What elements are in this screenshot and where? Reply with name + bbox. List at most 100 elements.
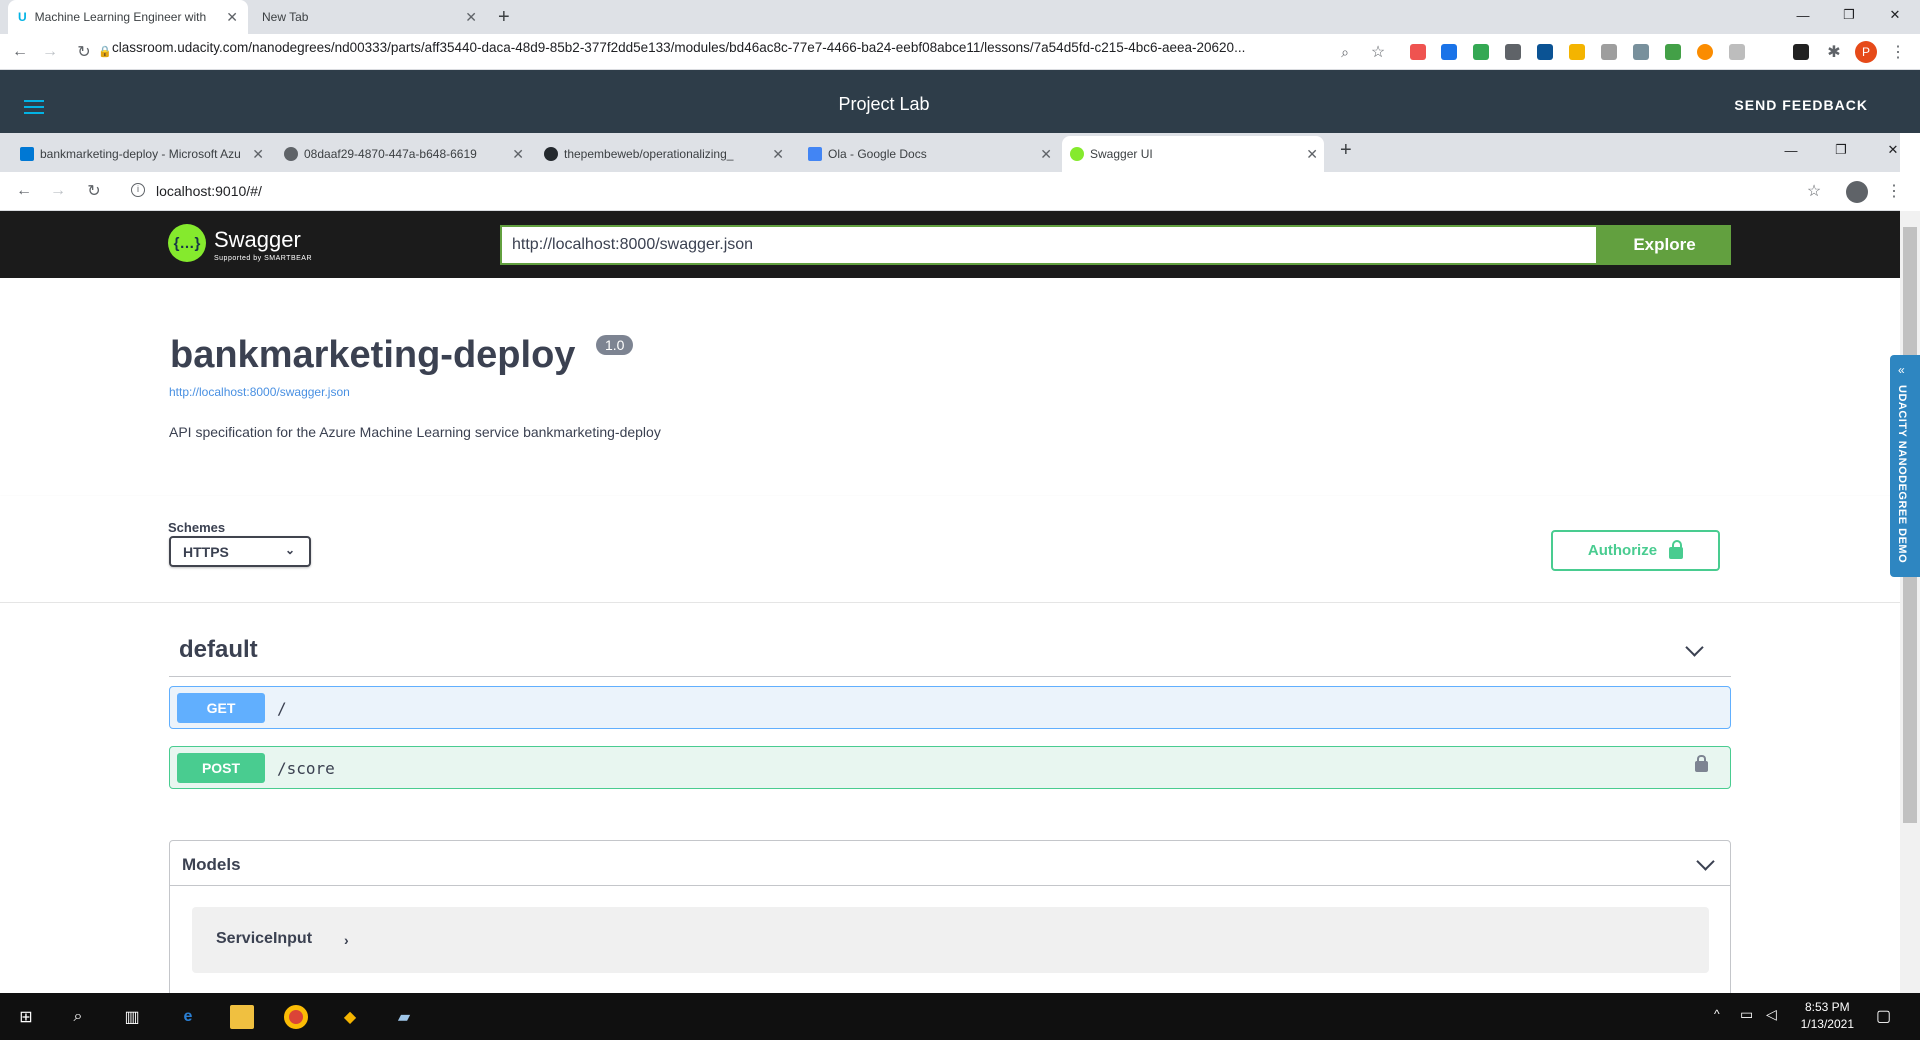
demo-side-tab[interactable]: « UDACITY NANODEGREE DEMO (1890, 355, 1920, 577)
inner-tab-docs[interactable]: Ola - Google Docs ✕ (800, 136, 1058, 172)
udacity-favicon: U (18, 10, 27, 24)
extension-icon[interactable] (1665, 44, 1681, 60)
models-title: Models (182, 855, 241, 874)
lock-icon[interactable] (1695, 755, 1708, 772)
extension-icon[interactable] (1601, 44, 1617, 60)
info-icon[interactable]: i (131, 183, 145, 197)
restore-icon[interactable]: ❐ (1818, 135, 1864, 165)
spec-url-input[interactable] (500, 225, 1598, 265)
extension-icon[interactable] (1537, 44, 1553, 60)
network-icon[interactable]: ▭ (1740, 1006, 1753, 1023)
model-item[interactable]: ServiceInput › (192, 907, 1709, 973)
pocket-icon[interactable] (1410, 44, 1426, 60)
profile-avatar[interactable]: P (1855, 41, 1877, 63)
volume-icon[interactable]: ◁ (1766, 1006, 1777, 1023)
inner-tab-title: Ola - Google Docs (828, 147, 927, 161)
chevron-down-icon[interactable] (1696, 852, 1715, 871)
schemes-selected-value: HTTPS (183, 544, 229, 560)
extension-icon[interactable] (1729, 44, 1745, 60)
minimize-icon[interactable]: — (1768, 135, 1814, 165)
app-icon[interactable]: ▰ (392, 1005, 416, 1029)
page-title: Project Lab (838, 94, 930, 114)
bookmark-star-icon[interactable]: ☆ (1366, 40, 1390, 64)
operation-post-score[interactable]: POST /score (169, 746, 1731, 789)
spec-link[interactable]: http://localhost:8000/swagger.json (169, 385, 350, 399)
outer-tab-udacity[interactable]: U Machine Learning Engineer with ✕ (8, 0, 248, 34)
swagger-logo-text: Swagger (214, 227, 301, 252)
inner-tab-title: Swagger UI (1090, 147, 1153, 161)
bookmark-star-icon[interactable]: ☆ (1802, 179, 1826, 203)
inner-tab-azure[interactable]: bankmarketing-deploy - Microsoft Azure ✕ (12, 136, 270, 172)
close-window-icon[interactable]: ✕ (1870, 135, 1916, 165)
model-name: ServiceInput (216, 930, 313, 947)
tag-header-default[interactable]: default (169, 623, 1731, 677)
close-tab-icon[interactable]: ✕ (1306, 146, 1318, 163)
schemes-select[interactable]: HTTPS ⌄ (169, 536, 311, 567)
authorize-button[interactable]: Authorize (1551, 530, 1720, 571)
notion-icon[interactable] (1793, 44, 1809, 60)
restore-icon[interactable]: ❐ (1826, 0, 1872, 30)
close-tab-icon[interactable]: ✕ (465, 9, 477, 26)
clock[interactable]: 8:53 PM 1/13/2021 (1801, 999, 1854, 1033)
inner-tab-swagger[interactable]: Swagger UI ✕ (1062, 136, 1324, 172)
extension-icon[interactable] (1569, 44, 1585, 60)
close-tab-icon[interactable]: ✕ (252, 146, 264, 163)
extension-icon[interactable] (1473, 44, 1489, 60)
outer-address-bar[interactable]: classroom.udacity.com/nanodegrees/nd0033… (112, 40, 1322, 55)
outer-tab-strip: U Machine Learning Engineer with ✕ New T… (0, 0, 1920, 34)
method-badge: GET (177, 693, 265, 723)
close-tab-icon[interactable]: ✕ (772, 146, 784, 163)
tray-chevron-up-icon[interactable]: ^ (1714, 1007, 1720, 1021)
send-feedback-link[interactable]: SEND FEEDBACK (1734, 97, 1868, 113)
outer-tab-new[interactable]: New Tab ✕ (252, 0, 487, 34)
chrome-icon[interactable] (284, 1005, 308, 1029)
close-tab-icon[interactable]: ✕ (1040, 146, 1052, 163)
tag-name: default (179, 636, 258, 663)
inner-address-bar[interactable]: localhost:9010/#/ (156, 183, 262, 199)
reload-icon[interactable]: ↻ (82, 179, 106, 203)
outer-toolbar: ← → ↻ 🔒 classroom.udacity.com/nanodegree… (0, 34, 1920, 70)
account-icon[interactable] (1846, 181, 1868, 203)
notifications-icon[interactable]: ▢ (1876, 1006, 1891, 1026)
extension-icon[interactable] (1505, 44, 1521, 60)
models-header[interactable]: Models (170, 841, 1730, 886)
puzzle-icon[interactable]: ✱ (1822, 40, 1846, 64)
close-tab-icon[interactable]: ✕ (512, 146, 524, 163)
back-icon[interactable]: ← (12, 179, 36, 203)
forward-icon[interactable]: → (46, 179, 70, 203)
new-tab-plus-icon[interactable]: + (498, 6, 510, 29)
edge-icon[interactable]: e (176, 1005, 200, 1029)
reload-icon[interactable]: ↻ (72, 40, 96, 64)
task-view-icon[interactable]: ▥ (120, 1005, 144, 1029)
inner-tab-github[interactable]: thepembeweb/operationalizing_ ✕ (536, 136, 790, 172)
search-icon[interactable]: ⌕ (66, 1005, 90, 1029)
azure-favicon (20, 147, 34, 161)
chevron-down-icon[interactable] (1685, 638, 1704, 657)
close-tab-icon[interactable]: ✕ (226, 9, 238, 26)
windows-taskbar: ⊞ ⌕ ▥ e ◆ ▰ ^ ▭ ◁ 8:53 PM 1/13/2021 ▢ (0, 993, 1920, 1040)
menu-dots-icon[interactable]: ⋮ (1886, 40, 1910, 64)
extension-icon[interactable] (1633, 44, 1649, 60)
git-icon[interactable]: ◆ (338, 1005, 362, 1029)
zoom-icon[interactable]: ⌕ (1333, 40, 1357, 64)
inner-toolbar: ← → ↻ i localhost:9010/#/ ☆ ⋮ (0, 172, 1902, 211)
google-docs-icon (808, 147, 822, 161)
menu-dots-icon[interactable]: ⋮ (1882, 179, 1906, 203)
outer-tab-title: New Tab (262, 10, 309, 24)
new-tab-plus-icon[interactable]: + (1340, 139, 1352, 162)
close-window-icon[interactable]: ✕ (1872, 0, 1918, 30)
operation-get-root[interactable]: GET / (169, 686, 1731, 729)
file-explorer-icon[interactable] (230, 1005, 254, 1029)
operation-path: /score (277, 759, 335, 778)
back-icon[interactable]: ← (8, 40, 32, 64)
extension-icon[interactable] (1697, 44, 1713, 60)
inner-tab-uuid[interactable]: 08daaf29-4870-447a-b648-6619 ✕ (276, 136, 530, 172)
outer-tab-title: Machine Learning Engineer with (34, 10, 207, 24)
explore-button[interactable]: Explore (1598, 225, 1731, 265)
windows-start-icon[interactable]: ⊞ (14, 1005, 38, 1029)
extension-icon[interactable] (1441, 44, 1457, 60)
clock-time: 8:53 PM (1804, 1000, 1850, 1014)
scrollbar[interactable] (1900, 211, 1920, 993)
minimize-icon[interactable]: — (1780, 0, 1826, 30)
forward-icon[interactable]: → (38, 40, 62, 64)
